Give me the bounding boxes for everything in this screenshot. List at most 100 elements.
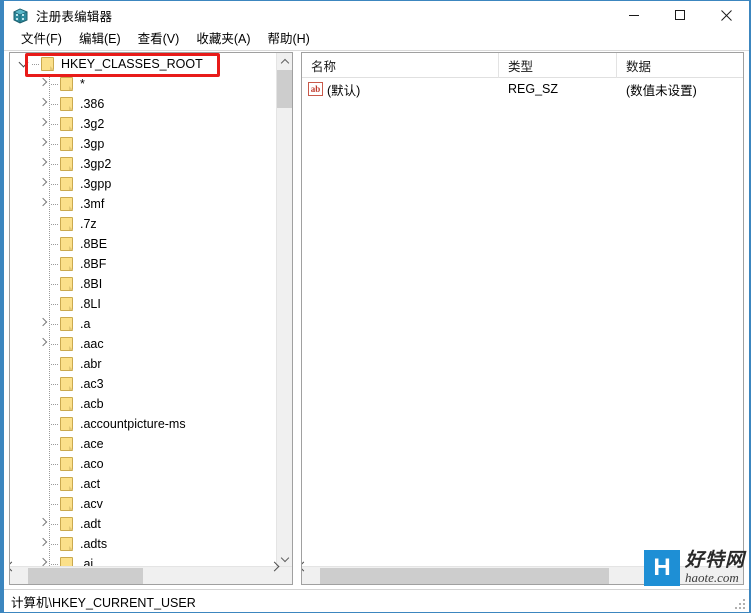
tree-item[interactable]: .8BE — [10, 234, 276, 254]
tree-item[interactable]: .3mf — [10, 194, 276, 214]
tree-item-label: .3gp — [80, 137, 105, 151]
minimize-button[interactable] — [611, 1, 657, 29]
expand-toggle[interactable] — [35, 94, 51, 114]
tree-item[interactable]: .ac3 — [10, 374, 276, 394]
watermark-logo-icon: H — [643, 550, 680, 586]
tree-item[interactable]: .3g2 — [10, 114, 276, 134]
tree-item[interactable]: .act — [10, 474, 276, 494]
cell-data: (数值未设置) — [626, 83, 697, 98]
tree-horizontal-scroll-thumb[interactable] — [28, 568, 143, 584]
registry-tree-pane[interactable]: HKEY_CLASSES_ROOT * .386 .3g2 .3gp .3gp2 .3gp… — [9, 52, 293, 585]
tree-item-label: .acb — [80, 397, 104, 411]
tree-item[interactable]: .3gpp — [10, 174, 276, 194]
menu-bar: 文件(F) 编辑(E) 查看(V) 收藏夹(A) 帮助(H) — [4, 29, 749, 51]
tree-vertical-scrollbar[interactable] — [276, 53, 292, 567]
expand-toggle — [35, 414, 51, 434]
tree-item-label: .accountpicture-ms — [80, 417, 186, 431]
expand-toggle — [35, 434, 51, 454]
expand-toggle[interactable] — [35, 134, 51, 154]
tree-connector — [51, 334, 59, 354]
expand-toggle[interactable] — [35, 154, 51, 174]
tree-item[interactable]: .acb — [10, 394, 276, 414]
expand-toggle[interactable] — [35, 514, 51, 534]
tree-item[interactable]: .ace — [10, 434, 276, 454]
tree-item[interactable]: .adt — [10, 514, 276, 534]
scroll-right-button[interactable] — [275, 567, 292, 584]
expand-toggle[interactable] — [35, 314, 51, 334]
scroll-up-button[interactable] — [277, 53, 292, 70]
tree-connector — [51, 434, 59, 454]
column-header-data[interactable]: 数据 — [617, 53, 743, 78]
close-button[interactable] — [703, 1, 749, 29]
tree-item[interactable]: .aac — [10, 334, 276, 354]
window-controls — [611, 1, 749, 29]
expand-toggle — [35, 214, 51, 234]
expand-toggle[interactable] — [35, 74, 51, 94]
tree-connector — [51, 474, 59, 494]
folder-icon — [59, 197, 74, 211]
title-bar[interactable]: 注册表编辑器 — [4, 1, 749, 29]
tree-item[interactable]: .7z — [10, 214, 276, 234]
tree-item[interactable]: .8BF — [10, 254, 276, 274]
scroll-left-button[interactable] — [302, 567, 319, 584]
registry-editor-icon — [12, 7, 29, 24]
menu-help[interactable]: 帮助(H) — [259, 30, 318, 49]
expand-toggle[interactable] — [35, 174, 51, 194]
tree-connector — [51, 234, 59, 254]
tree-connector — [51, 314, 59, 334]
menu-view[interactable]: 查看(V) — [130, 30, 189, 49]
tree-item-label: .8BF — [80, 257, 107, 271]
values-horizontal-scroll-thumb[interactable] — [320, 568, 609, 584]
folder-icon — [59, 177, 74, 191]
folder-icon — [59, 377, 74, 391]
tree-item[interactable]: .acv — [10, 494, 276, 514]
tree-item[interactable]: .3gp — [10, 134, 276, 154]
expand-toggle[interactable] — [35, 194, 51, 214]
maximize-button[interactable] — [657, 1, 703, 29]
folder-icon — [59, 437, 74, 451]
tree-item[interactable]: .a — [10, 314, 276, 334]
tree-item[interactable]: .8BI — [10, 274, 276, 294]
resize-grip[interactable] — [733, 597, 745, 609]
menu-favorites[interactable]: 收藏夹(A) — [188, 30, 259, 49]
folder-icon — [59, 357, 74, 371]
tree-item-label: .8LI — [80, 297, 101, 311]
folder-icon — [59, 157, 74, 171]
column-header-type[interactable]: 类型 — [499, 53, 617, 78]
tree-item-hkey-classes-root[interactable]: HKEY_CLASSES_ROOT — [10, 54, 276, 74]
tree-item[interactable]: .accountpicture-ms — [10, 414, 276, 434]
table-row[interactable]: ab (默认) REG_SZ (数值未设置) — [302, 78, 743, 100]
tree-item[interactable]: .8LI — [10, 294, 276, 314]
watermark: H 好特网 haote.com — [643, 548, 745, 588]
folder-icon — [59, 497, 74, 511]
menu-edit[interactable]: 编辑(E) — [71, 30, 130, 49]
expand-toggle — [35, 494, 51, 514]
tree-item[interactable]: .3gp2 — [10, 154, 276, 174]
tree-item[interactable]: .adts — [10, 534, 276, 554]
tree-connector — [51, 274, 59, 294]
scroll-down-button[interactable] — [277, 550, 292, 567]
expand-toggle[interactable] — [16, 54, 32, 74]
tree-vertical-scroll-thumb[interactable] — [277, 70, 292, 108]
tree-item[interactable]: .abr — [10, 354, 276, 374]
column-header-name[interactable]: 名称 — [302, 53, 499, 78]
tree-connector — [51, 514, 59, 534]
expand-toggle[interactable] — [35, 114, 51, 134]
registry-tree-viewport[interactable]: HKEY_CLASSES_ROOT * .386 .3g2 .3gp .3gp2 .3gp… — [10, 53, 276, 567]
tree-horizontal-scrollbar[interactable] — [10, 566, 292, 584]
expand-toggle[interactable] — [35, 534, 51, 554]
scroll-left-button[interactable] — [10, 567, 27, 584]
expand-toggle — [35, 474, 51, 494]
registry-values-pane[interactable]: 名称 类型 数据 ab (默认) REG_SZ (数值未设置) — [301, 52, 744, 585]
tree-item[interactable]: .aco — [10, 454, 276, 474]
tree-connector — [51, 214, 59, 234]
menu-file[interactable]: 文件(F) — [13, 30, 71, 49]
folder-icon — [40, 57, 55, 71]
tree-item[interactable]: .386 — [10, 94, 276, 114]
tree-item-label: .3gpp — [80, 177, 112, 191]
folder-icon — [59, 137, 74, 151]
tree-connector — [51, 114, 59, 134]
watermark-name-cn: 好特网 — [684, 550, 745, 571]
tree-item[interactable]: * — [10, 74, 276, 94]
expand-toggle[interactable] — [35, 334, 51, 354]
